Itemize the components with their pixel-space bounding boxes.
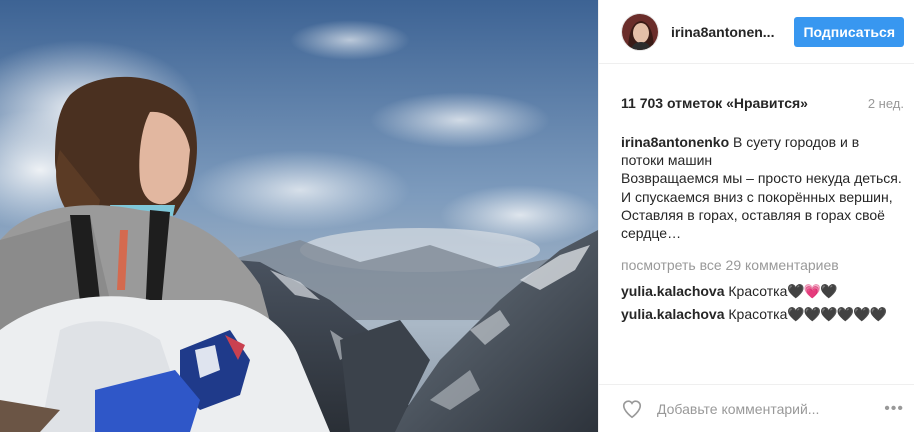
likes-count[interactable]: 11 703 отметок «Нравится» bbox=[621, 95, 808, 111]
post-date[interactable]: 2 нед. bbox=[868, 96, 904, 111]
comment-item: yulia.kalachova Красотка🖤💗🖤 bbox=[621, 282, 904, 300]
comment-bar: ••• bbox=[599, 384, 914, 432]
comment-text: Красотка bbox=[728, 305, 788, 322]
post-photo[interactable] bbox=[0, 0, 598, 432]
comment-text: Красотка bbox=[728, 283, 788, 300]
caption: irina8antonenko В суету городов и в пото… bbox=[621, 133, 904, 242]
comment-emoji: 🖤💗🖤 bbox=[787, 283, 837, 300]
post-stats: 11 703 отметок «Нравится» 2 нед. bbox=[599, 95, 914, 111]
comment-emoji: 🖤🖤🖤🖤🖤🖤 bbox=[787, 305, 887, 322]
comment-author[interactable]: yulia.kalachova bbox=[621, 283, 725, 299]
avatar-image bbox=[622, 13, 658, 50]
instagram-post: irina8antonen... Подписаться 11 703 отме… bbox=[0, 0, 914, 432]
mountain-photo bbox=[0, 0, 598, 432]
comment-input[interactable] bbox=[655, 399, 885, 418]
username-link[interactable]: irina8antonen... bbox=[671, 24, 794, 40]
like-heart-icon[interactable] bbox=[621, 398, 643, 420]
caption-author[interactable]: irina8antonenko bbox=[621, 134, 729, 150]
avatar[interactable] bbox=[621, 12, 659, 51]
more-options-icon[interactable]: ••• bbox=[884, 400, 904, 418]
post-sidebar: irina8antonen... Подписаться 11 703 отме… bbox=[598, 0, 914, 432]
caption-text: В суету городов и в потоки машин Возвращ… bbox=[621, 134, 902, 242]
follow-button[interactable]: Подписаться bbox=[794, 16, 904, 47]
comment-item: yulia.kalachova Красотка🖤🖤🖤🖤🖤🖤 bbox=[621, 305, 904, 323]
comments-section: irina8antonenko В суету городов и в пото… bbox=[599, 133, 914, 323]
view-all-comments-link[interactable]: посмотреть все 29 комментариев bbox=[621, 256, 904, 274]
post-header: irina8antonen... Подписаться bbox=[599, 0, 914, 64]
comment-author[interactable]: yulia.kalachova bbox=[621, 306, 725, 322]
